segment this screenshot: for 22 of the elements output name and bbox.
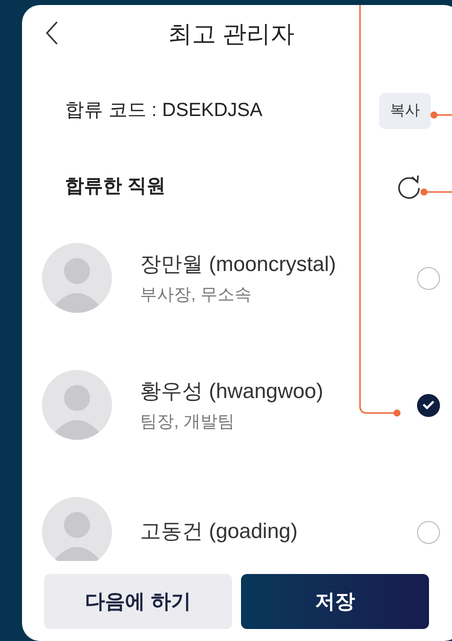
save-button[interactable]: 저장 xyxy=(241,574,429,629)
employee-role: 부사장, 무소속 xyxy=(140,284,252,306)
employee-name: 고동건 (goading) xyxy=(140,519,299,546)
join-code-text: 합류 코드 : DSEKDJSA xyxy=(65,98,262,123)
back-icon[interactable] xyxy=(45,20,59,46)
section-title: 합류한 직원 xyxy=(65,174,166,199)
employee-name: 장만월 (mooncrystal) xyxy=(140,252,338,278)
avatar-icon xyxy=(42,497,112,561)
radio-button[interactable] xyxy=(417,520,440,544)
radio-button[interactable] xyxy=(417,266,440,290)
refresh-icon[interactable] xyxy=(396,174,422,200)
leader-line xyxy=(420,188,452,196)
page-title: 최고 관리자 xyxy=(168,20,295,50)
leader-line xyxy=(430,112,452,118)
avatar-icon xyxy=(42,370,112,440)
checked-radio[interactable] xyxy=(417,394,440,416)
copy-button[interactable]: 복사 xyxy=(379,93,431,129)
avatar-icon xyxy=(42,243,112,313)
employee-name: 황우성 (hwangwoo) xyxy=(140,378,324,404)
later-button[interactable]: 다음에 하기 xyxy=(44,574,232,629)
check-icon xyxy=(422,400,435,410)
employee-role: 팀장, 개발팀 xyxy=(140,411,236,433)
